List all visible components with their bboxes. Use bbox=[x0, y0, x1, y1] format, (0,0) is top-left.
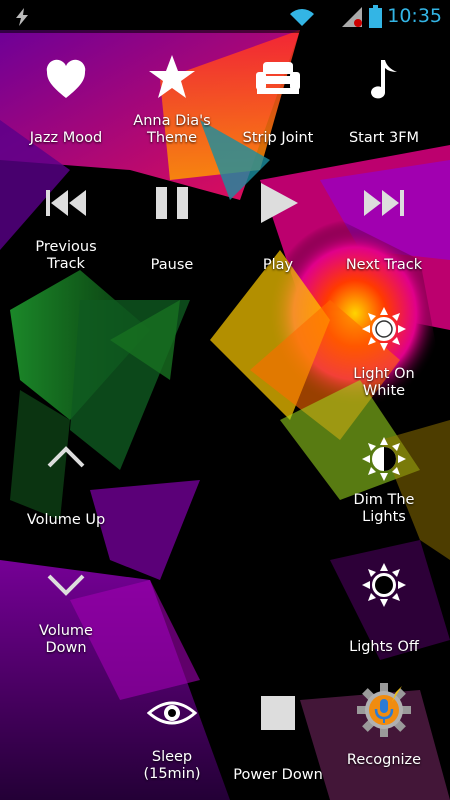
half-sun-icon bbox=[362, 437, 406, 481]
tile-play[interactable]: Play bbox=[225, 176, 331, 296]
skip-back-icon bbox=[46, 190, 86, 216]
tile-label: Volume Down bbox=[39, 623, 93, 656]
chevron-down-icon bbox=[47, 574, 85, 596]
status-time: 10:35 bbox=[387, 5, 442, 27]
chevron-up-icon bbox=[47, 446, 85, 468]
tile-label: Sleep (15min) bbox=[143, 749, 201, 782]
tile-label: Recognize bbox=[346, 752, 422, 768]
tile-anna-dias-theme[interactable]: Anna Dia's Theme bbox=[119, 50, 225, 170]
wifi-icon bbox=[290, 9, 314, 26]
stop-icon bbox=[261, 696, 295, 730]
tile-volume-up[interactable]: Volume Up bbox=[13, 428, 119, 548]
tile-label: Jazz Mood bbox=[29, 130, 103, 146]
gear-mic-icon bbox=[357, 683, 411, 737]
tile-label: Next Track bbox=[345, 257, 423, 273]
tile-volume-down[interactable]: Volume Down bbox=[13, 554, 119, 674]
tile-label: Anna Dia's Theme bbox=[133, 113, 211, 146]
tile-jazz-mood[interactable]: Jazz Mood bbox=[13, 50, 119, 170]
tile-label: Previous Track bbox=[35, 239, 97, 272]
tile-lights-off[interactable]: Lights Off bbox=[331, 554, 437, 674]
music-note-icon bbox=[371, 60, 397, 99]
bolt-icon bbox=[16, 8, 28, 26]
status-bar: 10:35 bbox=[0, 0, 450, 33]
tile-start-3fm[interactable]: Start 3FM bbox=[331, 50, 437, 170]
tile-label: Strip Joint bbox=[242, 130, 314, 146]
tile-label: Light On White bbox=[353, 366, 415, 399]
tile-label: Start 3FM bbox=[348, 130, 420, 146]
tile-dim-the-lights[interactable]: Dim The Lights bbox=[331, 428, 437, 548]
sun-outline-icon bbox=[362, 563, 406, 607]
tile-recognize[interactable]: Recognize bbox=[331, 680, 437, 800]
tile-label: Play bbox=[262, 257, 294, 273]
eye-icon bbox=[147, 701, 197, 725]
tile-label: Lights Off bbox=[349, 639, 419, 655]
star-icon bbox=[149, 55, 195, 98]
tile-pause[interactable]: Pause bbox=[119, 176, 225, 296]
tile-label: Pause bbox=[150, 257, 194, 273]
tile-power-down[interactable]: Power Down bbox=[225, 680, 331, 800]
sofa-icon bbox=[256, 62, 300, 94]
tile-previous-track[interactable]: Previous Track bbox=[13, 176, 119, 296]
pause-icon bbox=[156, 187, 188, 219]
tile-next-track[interactable]: Next Track bbox=[331, 176, 437, 296]
tile-label: Dim The Lights bbox=[353, 492, 415, 525]
tile-strip-joint[interactable]: Strip Joint bbox=[225, 50, 331, 170]
skip-forward-icon bbox=[364, 190, 404, 216]
tile-label: Power Down bbox=[233, 767, 323, 783]
battery-icon bbox=[369, 5, 382, 28]
sun-icon bbox=[362, 307, 406, 351]
signal-icon bbox=[342, 7, 362, 27]
tile-sleep[interactable]: Sleep (15min) bbox=[119, 680, 225, 800]
heart-icon bbox=[46, 59, 86, 98]
tile-label: Volume Up bbox=[26, 512, 106, 528]
tile-light-on-white[interactable]: Light On White bbox=[331, 302, 437, 422]
play-icon bbox=[261, 183, 298, 223]
